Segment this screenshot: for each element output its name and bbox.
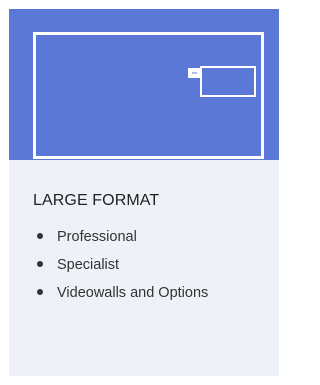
feature-label: Professional <box>57 229 137 245</box>
mini-display-outline <box>200 66 256 97</box>
feature-item-specialist[interactable]: Specialist <box>33 255 208 283</box>
bullet-icon <box>37 233 43 240</box>
feature-list: Professional Specialist Videowalls and O… <box>33 227 208 311</box>
product-card-large-format[interactable]: on LARGE FORMAT Professional Specialist … <box>9 9 279 376</box>
feature-label: Specialist <box>57 257 120 273</box>
bullet-icon <box>37 289 43 296</box>
card-title[interactable]: LARGE FORMAT <box>33 192 159 210</box>
feature-item-professional[interactable]: Professional <box>33 227 208 255</box>
feature-label: Videowalls and Options <box>57 285 209 301</box>
bullet-icon <box>37 261 43 268</box>
large-format-display-illustration: on <box>9 9 279 160</box>
feature-item-videowalls[interactable]: Videowalls and Options <box>33 283 208 311</box>
